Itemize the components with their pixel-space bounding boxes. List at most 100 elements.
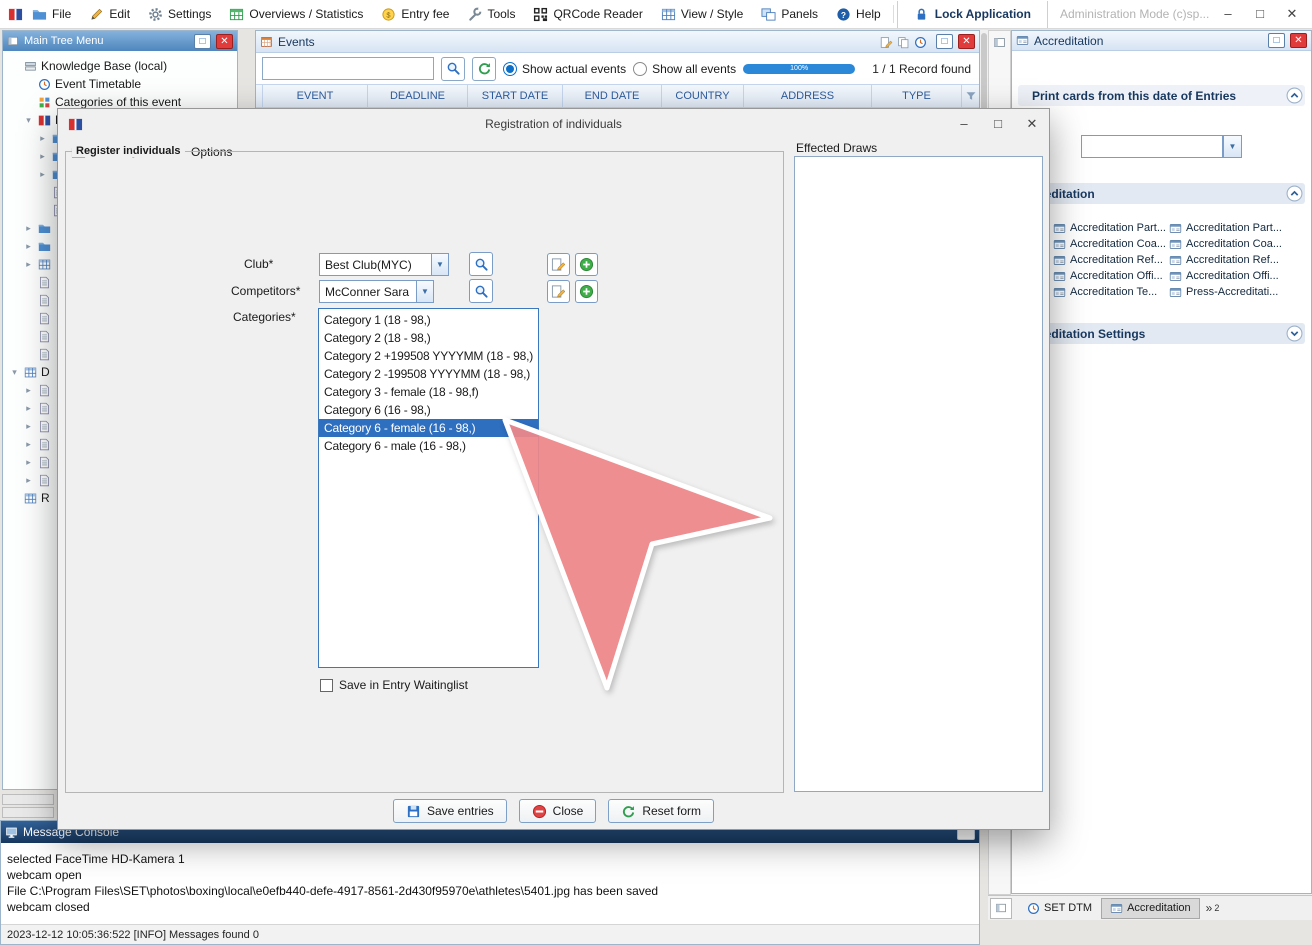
accreditation-card-item[interactable]: Accreditation Part...	[1053, 221, 1166, 235]
editdoc-button[interactable]	[880, 34, 893, 48]
column-header-country[interactable]: COUNTRY	[662, 85, 744, 107]
accreditation-card-item[interactable]: Accreditation Offi...	[1169, 269, 1282, 283]
category-option[interactable]: Category 2 (18 - 98,)	[319, 329, 538, 347]
events-maximize-button[interactable]: □	[936, 34, 953, 49]
dialog-close-icon[interactable]: ✕	[1015, 109, 1049, 139]
date-dropdown-button[interactable]: ▼	[1223, 135, 1242, 158]
menubar-item-qrcode-reader[interactable]: QRCode Reader	[524, 3, 651, 26]
expand-section-icon[interactable]	[1286, 325, 1303, 342]
column-header-address[interactable]: ADDRESS	[744, 85, 872, 107]
accreditation-card-item[interactable]: Accreditation Ref...	[1053, 253, 1166, 267]
column-header-end-date[interactable]: END DATE	[563, 85, 662, 107]
tree-close-button[interactable]: ✕	[216, 34, 233, 49]
events-close-button[interactable]: ✕	[958, 34, 975, 49]
column-header-deadline[interactable]: DEADLINE	[368, 85, 468, 107]
copy-button[interactable]	[897, 34, 910, 48]
grid-filter-button[interactable]	[962, 85, 979, 107]
competitors-combobox[interactable]: McConner Sara ▼	[319, 280, 434, 303]
category-option[interactable]: Category 3 - female (18 - 98,f)	[319, 383, 538, 401]
dock-tab-button[interactable]	[990, 898, 1012, 919]
menubar-item-settings[interactable]: Settings	[139, 3, 220, 26]
expand-icon[interactable]: ▸	[23, 259, 34, 270]
category-option[interactable]: Category 6 (16 - 98,)	[319, 401, 538, 419]
menubar-item-overviews-statistics[interactable]: Overviews / Statistics	[220, 3, 372, 26]
tab-set-dtm[interactable]: SET DTM	[1018, 898, 1101, 919]
chevron-down-icon[interactable]: ▼	[416, 281, 433, 302]
accreditation-card-item[interactable]: Accreditation Part...	[1169, 221, 1282, 235]
reset-form-button[interactable]: Reset form	[608, 799, 714, 823]
club-search-button[interactable]	[469, 252, 493, 276]
entries-date-input[interactable]	[1081, 135, 1223, 158]
maximize-icon[interactable]: □	[1244, 0, 1276, 28]
menubar-item-panels[interactable]: Panels	[752, 3, 827, 26]
expand-icon[interactable]: ▸	[23, 457, 34, 468]
events-refresh-button[interactable]	[472, 57, 496, 81]
menubar-item-edit[interactable]: Edit	[80, 3, 139, 26]
close-button[interactable]: Close	[519, 799, 597, 823]
category-option[interactable]: Category 1 (18 - 98,)	[319, 311, 538, 329]
dock-panel-icon[interactable]	[993, 36, 1006, 49]
competitors-add-button[interactable]	[575, 280, 598, 303]
menubar-item-file[interactable]: File	[23, 3, 80, 26]
menubar-item-view-style[interactable]: View / Style	[652, 3, 752, 26]
collapse-section-icon[interactable]	[1286, 185, 1303, 202]
clock-button[interactable]	[914, 34, 927, 48]
accreditation-card-item[interactable]: Press-Accreditati...	[1169, 285, 1282, 299]
progress-bar[interactable]: 100%	[743, 64, 855, 74]
category-option[interactable]: Category 6 - male (16 - 98,)	[319, 437, 538, 455]
expand-icon[interactable]: ▸	[37, 133, 48, 144]
category-option-selected[interactable]: Category 6 - female (16 - 98,)	[319, 419, 538, 437]
menubar-item-entry-fee[interactable]: Entry fee	[372, 3, 458, 26]
collapse-icon[interactable]: ▾	[23, 115, 34, 126]
expand-icon[interactable]: ▸	[23, 241, 34, 252]
expand-icon[interactable]: ▸	[23, 223, 34, 234]
tree-maximize-button[interactable]: □	[194, 34, 211, 49]
dialog-minimize-icon[interactable]: –	[947, 109, 981, 139]
competitors-search-button[interactable]	[469, 279, 493, 303]
lock-application-button[interactable]: Lock Application	[897, 1, 1048, 28]
categories-listbox[interactable]: Category 1 (18 - 98,)Category 2 (18 - 98…	[318, 308, 539, 668]
collapse-icon[interactable]: ▾	[9, 367, 20, 378]
events-search-input[interactable]	[262, 57, 434, 80]
tree-item[interactable]: Event Timetable	[3, 75, 237, 93]
chevron-down-icon[interactable]: ▼	[431, 254, 448, 275]
column-header-event[interactable]: EVENT	[263, 85, 368, 107]
collapsed-panel[interactable]	[2, 807, 54, 818]
column-header-type[interactable]: TYPE	[872, 85, 962, 107]
tabs-overflow-icon[interactable]: »	[1206, 901, 1213, 915]
category-option[interactable]: Category 2 +199508 YYYYMM (18 - 98,)	[319, 347, 538, 365]
menubar-item-help[interactable]: Help	[827, 3, 890, 26]
radio-show-all-events[interactable]: Show all events	[633, 62, 736, 76]
checkbox-icon[interactable]	[320, 679, 333, 692]
dialog-maximize-icon[interactable]: □	[981, 109, 1015, 139]
tree-item[interactable]: Knowledge Base (local)	[3, 57, 237, 75]
waitinglist-checkbox-row[interactable]: Save in Entry Waitinglist	[320, 678, 468, 692]
club-edit-button[interactable]	[547, 253, 570, 276]
club-add-button[interactable]	[575, 253, 598, 276]
events-search-button[interactable]	[441, 57, 465, 81]
minimize-icon[interactable]: –	[1212, 0, 1244, 28]
expand-icon[interactable]: ▸	[23, 475, 34, 486]
accreditation-card-item[interactable]: Accreditation Coa...	[1053, 237, 1166, 251]
column-header-start-date[interactable]: START DATE	[468, 85, 563, 107]
accreditation-card-item[interactable]: Accreditation Coa...	[1169, 237, 1282, 251]
competitors-edit-button[interactable]	[547, 280, 570, 303]
accreditation-card-item[interactable]: Accreditation Ref...	[1169, 253, 1282, 267]
collapse-section-icon[interactable]	[1286, 87, 1303, 104]
expand-icon[interactable]: ▸	[37, 151, 48, 162]
save-entries-button[interactable]: Save entries	[393, 799, 507, 823]
close-icon[interactable]: ✕	[1276, 0, 1308, 28]
expand-icon[interactable]: ▸	[37, 169, 48, 180]
expand-icon[interactable]: ▸	[23, 439, 34, 450]
expand-icon[interactable]: ▸	[23, 421, 34, 432]
accreditation-card-item[interactable]: Accreditation Te...	[1053, 285, 1166, 299]
expand-icon[interactable]: ▸	[23, 403, 34, 414]
radio-show-actual-events[interactable]: Show actual events	[503, 62, 626, 76]
accreditation-close-button[interactable]: ✕	[1290, 33, 1307, 48]
collapsed-panel[interactable]	[2, 794, 54, 805]
expand-icon[interactable]: ▸	[23, 385, 34, 396]
category-option[interactable]: Category 2 -199508 YYYYMM (18 - 98,)	[319, 365, 538, 383]
dialog-titlebar[interactable]: Registration of individuals – □ ✕	[58, 109, 1049, 139]
tab-accreditation[interactable]: Accreditation	[1101, 898, 1200, 919]
effected-draws-listbox[interactable]	[794, 156, 1043, 792]
